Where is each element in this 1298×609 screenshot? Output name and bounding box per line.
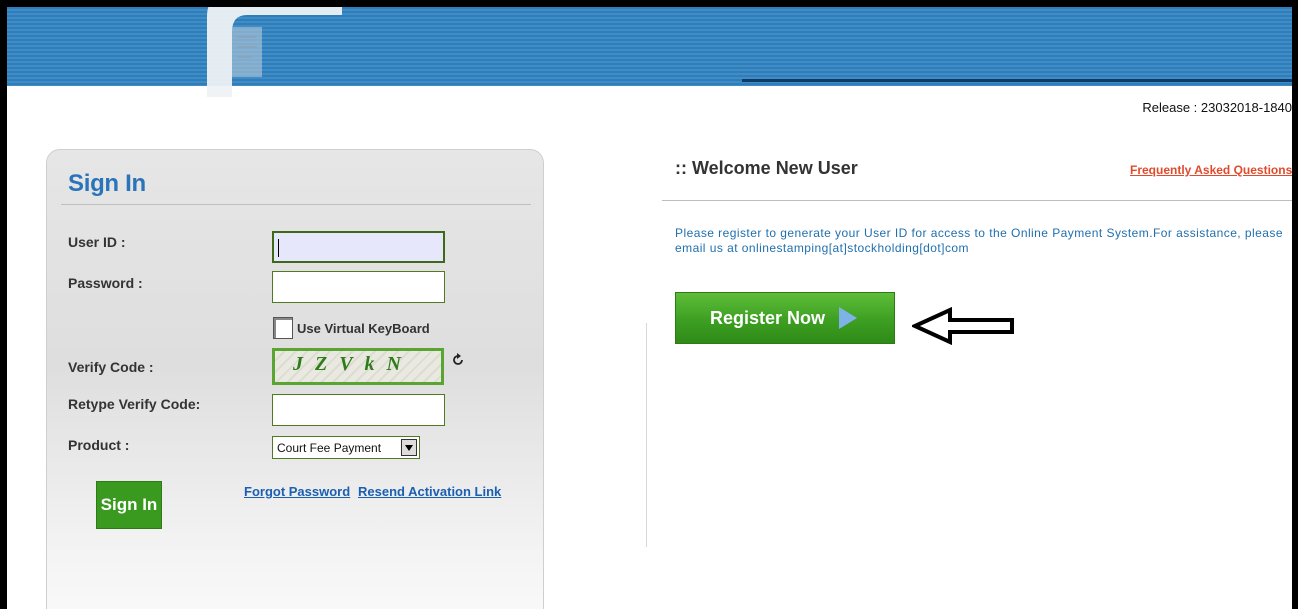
virtual-keyboard-option[interactable]: Use Virtual KeyBoard [273,317,430,339]
product-select[interactable]: Court Fee Payment [272,436,420,459]
captcha-image: JZVkN [272,348,444,385]
signin-title: Sign In [68,170,146,197]
banner-logo-icon [207,7,342,97]
captcha-text: JZVkN [293,353,413,375]
faq-link[interactable]: Frequently Asked Questions [1130,163,1292,177]
left-arrow-icon [912,307,1014,345]
product-label: Product : [68,437,130,453]
user-id-label: User ID : [68,234,126,250]
verify-code-label: Verify Code : [68,359,154,375]
virtual-keyboard-checkbox[interactable] [273,317,293,339]
password-input[interactable] [272,271,445,303]
play-icon [839,307,858,329]
retype-code-label: Retype Verify Code: [68,396,201,412]
browser-page: Release : 23032018-1840 Sign In User ID … [0,0,1298,609]
welcome-divider [662,200,1292,201]
text-caret [278,239,279,257]
header-banner [7,7,1292,97]
welcome-message: Please register to generate your User ID… [675,226,1283,255]
user-id-input[interactable] [272,231,445,263]
forgot-password-link[interactable]: Forgot Password [244,484,350,499]
column-divider [646,323,647,547]
release-version: Release : 23032018-1840 [1142,100,1292,115]
virtual-keyboard-label: Use Virtual KeyBoard [297,320,430,336]
register-now-button[interactable]: Register Now [675,292,895,344]
chevron-down-icon[interactable] [401,439,417,456]
signin-divider [61,204,531,205]
product-select-value: Court Fee Payment [277,440,382,455]
password-label: Password : [68,275,143,291]
welcome-title: :: Welcome New User [675,158,858,178]
retype-code-input[interactable] [272,394,445,426]
banner-divider [742,79,1292,82]
signin-button[interactable]: Sign In [96,481,162,529]
resend-activation-link[interactable]: Resend Activation Link [358,484,501,499]
signin-panel: Sign In User ID : Password : Use Virtual… [46,149,544,609]
refresh-icon[interactable] [451,353,465,367]
register-now-label: Register Now [710,307,826,328]
